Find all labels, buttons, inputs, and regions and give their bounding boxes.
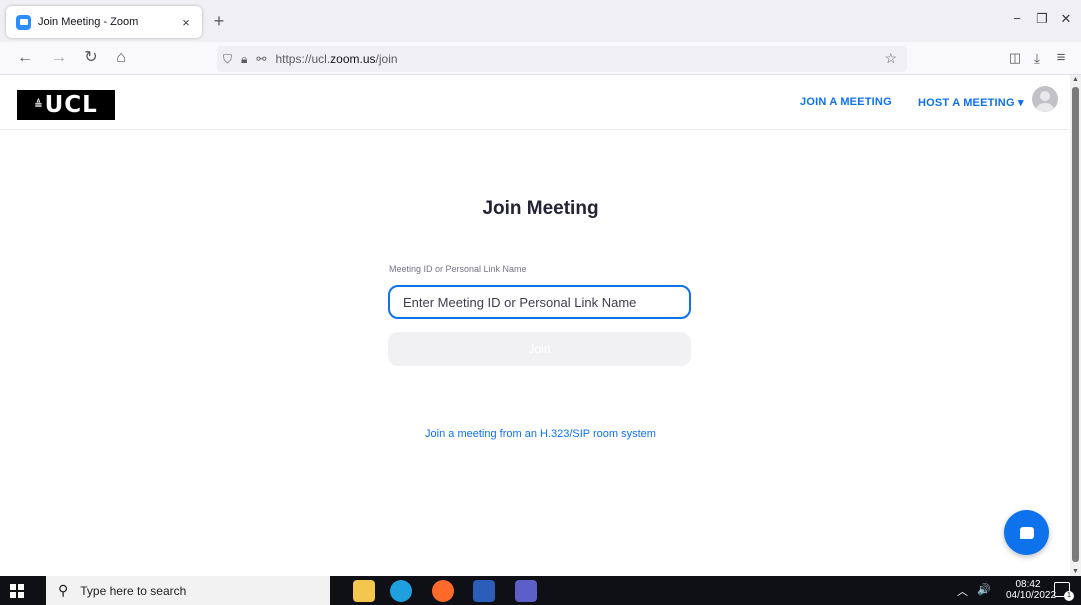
taskbar-clock[interactable]: 08:42 04/10/2022 (1006, 579, 1057, 601)
clock-time: 08:42 (1015, 579, 1041, 590)
host-a-meeting-menu[interactable]: HOST A MEETING ▾ (918, 96, 1024, 109)
tray-caret-icon[interactable]: ︿ (957, 583, 968, 599)
meeting-id-input[interactable] (388, 285, 691, 319)
word-icon[interactable] (473, 580, 495, 602)
tab-close-icon[interactable]: × (178, 15, 194, 30)
edge-icon[interactable] (390, 580, 412, 602)
app-menu-icon[interactable]: ≡ (1050, 48, 1072, 68)
file-explorer-icon[interactable] (353, 580, 375, 602)
browser-tab-strip: Join Meeting - Zoom × + − ❐ ✕ (0, 0, 1081, 42)
page-title: Join Meeting (482, 198, 599, 219)
lock-icon[interactable]: 🔒︎ (241, 52, 247, 67)
back-icon[interactable]: ← (14, 48, 36, 68)
ucl-logo[interactable]: ≜ UCL (17, 90, 115, 120)
page-scrollbar[interactable]: ▲ ▼ (1070, 75, 1081, 576)
firefox-icon[interactable] (432, 580, 454, 602)
search-icon: ⚲ (58, 582, 69, 598)
window-close-icon[interactable]: ✕ (1052, 9, 1080, 29)
taskbar-search-placeholder: Type here to search (80, 583, 187, 598)
notification-count: 1 (1064, 591, 1074, 601)
windows-start-icon[interactable] (10, 584, 24, 598)
join-button[interactable]: Join (388, 332, 691, 366)
forward-icon[interactable]: → (48, 48, 70, 68)
join-a-meeting-link[interactable]: JOIN A MEETING (800, 96, 892, 108)
new-tab-button[interactable]: + (208, 10, 230, 32)
taskbar-search-box[interactable]: ⚲ Type here to search (46, 576, 330, 605)
address-bar[interactable]: ⛉ 🔒︎ ⚯ https://ucl.zoom.us/join ☆ (217, 46, 907, 72)
sip-room-system-link[interactable]: Join a meeting from an H.323/SIP room sy… (0, 428, 1081, 440)
windows-taskbar: ⚲ Type here to search ︿ 🔊 08:42 04/10/20… (0, 576, 1081, 605)
ucl-logo-text: UCL (44, 92, 98, 118)
teams-icon[interactable] (515, 580, 537, 602)
url-text: https://ucl.zoom.us/join (275, 52, 398, 66)
meeting-id-label: Meeting ID or Personal Link Name (389, 264, 527, 274)
scroll-thumb[interactable] (1072, 87, 1079, 562)
bookmark-star-icon[interactable]: ☆ (884, 50, 897, 67)
site-header: ≜ UCL JOIN A MEETING HOST A MEETING ▾ (0, 75, 1070, 130)
chevron-down-icon: ▾ (1017, 97, 1024, 109)
chat-bubble-icon (1019, 526, 1034, 539)
avatar[interactable] (1032, 86, 1058, 112)
tab-title: Join Meeting - Zoom (38, 16, 139, 28)
ucl-logo-mark: ≜ (34, 99, 44, 111)
scroll-down-icon[interactable]: ▼ (1070, 568, 1081, 575)
clock-date: 04/10/2022 (1006, 590, 1057, 601)
chat-button[interactable] (1004, 510, 1049, 555)
minimize-icon[interactable]: − (1003, 9, 1031, 29)
zoom-favicon-icon (16, 14, 31, 30)
browser-nav-bar: ← → ↻ ⌂ ⛉ 🔒︎ ⚯ https://ucl.zoom.us/join … (0, 42, 1081, 75)
shield-icon[interactable]: ⛉ (223, 52, 232, 67)
pocket-icon[interactable]: ◫ (1004, 48, 1026, 68)
reload-icon[interactable]: ↻ (80, 48, 102, 68)
notification-icon[interactable]: 1 (1054, 582, 1074, 601)
volume-icon[interactable]: 🔊 (977, 583, 991, 596)
downloads-icon[interactable]: ⤓ (1026, 48, 1048, 68)
home-icon[interactable]: ⌂ (110, 48, 132, 68)
scroll-up-icon[interactable]: ▲ (1070, 76, 1081, 83)
browser-tab[interactable]: Join Meeting - Zoom × (6, 6, 202, 38)
permissions-icon[interactable]: ⚯ (256, 52, 266, 66)
